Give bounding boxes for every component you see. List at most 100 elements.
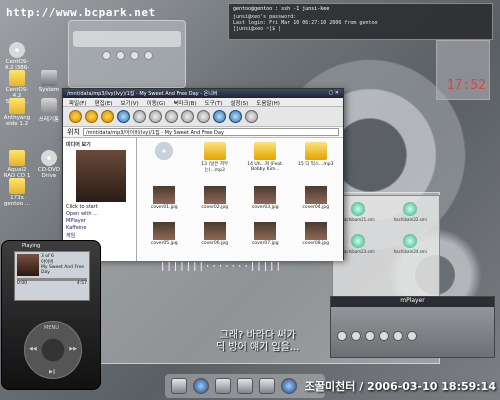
sidebar-link-open-with[interactable]: Open with ... bbox=[66, 211, 133, 217]
prev-track-icon[interactable]: ◀◀ bbox=[29, 346, 37, 352]
sidebar-link-mplayer[interactable]: MPlayer bbox=[66, 218, 133, 224]
zoom-out-icon[interactable] bbox=[229, 110, 242, 123]
file-item[interactable]: 13 (날은 저무는)...mp3 bbox=[192, 142, 239, 184]
cd-drive-icon bbox=[41, 150, 57, 166]
file-item[interactable]: cover02.jpg bbox=[192, 185, 239, 221]
ipod-player-widget[interactable]: Playing 3 of 6 아이비 My Sweet And Free Day… bbox=[1, 240, 101, 390]
location-label: 위치 bbox=[67, 128, 80, 136]
remaining-time: 4:57 bbox=[76, 281, 87, 286]
subtitle-file-icon bbox=[403, 234, 418, 248]
file-item[interactable]: 15 디 믹스...mp3 bbox=[293, 142, 340, 184]
reload-icon[interactable] bbox=[133, 110, 146, 123]
home-icon[interactable] bbox=[117, 110, 130, 123]
cd-icon bbox=[155, 142, 174, 160]
next-button[interactable] bbox=[393, 331, 403, 341]
file-item[interactable]: 14 Uh...쳐 (Feat. Bobby Kim... bbox=[242, 142, 289, 184]
window-title: /mnt/data/mp3/Ivy(Ivy)/1집 - My Sweet And… bbox=[67, 91, 218, 97]
pause-button[interactable] bbox=[351, 331, 361, 341]
file-grid: 13 (날은 저무는)...mp3 14 Uh...쳐 (Feat. Bobby… bbox=[137, 138, 343, 261]
tools-icon[interactable] bbox=[237, 378, 253, 394]
finder-icon[interactable] bbox=[171, 378, 187, 394]
menu-file[interactable]: 파일(F) bbox=[69, 99, 87, 107]
location-input[interactable]: /mnt/data/mp3/아이비(Ivy)/1집 - My Sweet And… bbox=[82, 128, 339, 136]
next-button[interactable] bbox=[143, 51, 153, 60]
mplayer-window[interactable]: mPlayer bbox=[330, 296, 495, 358]
file-item[interactable]: cover03.jpg bbox=[242, 185, 289, 221]
file-item[interactable]: hachibam22.smi bbox=[387, 202, 433, 222]
sidebar-link-games[interactable]: 게임 bbox=[66, 232, 133, 239]
mp3-file-icon bbox=[203, 142, 226, 160]
play-pause-icon[interactable]: ▶‖ bbox=[49, 369, 55, 375]
translucent-file-window[interactable]: hachibam21.smi hachibam22.smi hachibam23… bbox=[332, 195, 440, 305]
window-titlebar[interactable]: /mnt/data/mp3/Ivy(Ivy)/1집 - My Sweet And… bbox=[63, 89, 343, 98]
mplayer-title: mPlayer bbox=[331, 297, 494, 307]
desktop-icon-system[interactable]: System bbox=[34, 70, 64, 93]
menu-tools[interactable]: 도구(T) bbox=[205, 99, 223, 107]
menu-edit[interactable]: 편집(E) bbox=[95, 99, 113, 107]
prev-button[interactable] bbox=[379, 331, 389, 341]
next-track-icon[interactable]: ▶▶ bbox=[69, 346, 77, 352]
cut-icon[interactable] bbox=[165, 110, 178, 123]
menu-view[interactable]: 보기(V) bbox=[120, 99, 138, 107]
view-mode-icon[interactable] bbox=[245, 110, 258, 123]
menu-label[interactable]: MENU bbox=[44, 325, 59, 331]
visualizer-bars: |||||||·······||||| bbox=[160, 262, 282, 272]
folder-icon bbox=[9, 150, 25, 166]
desktop-icon-173x[interactable]: 173x gentoo ... bbox=[2, 178, 32, 207]
stop-icon[interactable] bbox=[149, 110, 162, 123]
desktop-icon-anthyang[interactable]: Anthyang eide 1.2 bbox=[2, 98, 32, 127]
window-controls[interactable]: ▢ ✕ bbox=[328, 90, 339, 97]
menu-bookmarks[interactable]: 북마크(B) bbox=[173, 99, 196, 107]
file-item[interactable]: cover01.jpg bbox=[141, 185, 188, 221]
folder-icon bbox=[9, 178, 25, 194]
play-button[interactable] bbox=[115, 51, 125, 60]
menu-go[interactable]: 이동(G) bbox=[147, 99, 166, 107]
terminal-icon[interactable] bbox=[215, 378, 231, 394]
image-file-icon bbox=[304, 222, 327, 241]
file-item[interactable]: cover04.jpg bbox=[293, 185, 340, 221]
file-item[interactable]: cover05.jpg bbox=[141, 222, 188, 257]
elapsed-time: 0:00 bbox=[17, 281, 28, 286]
terminal-line: [junsi@xeo ~]$ | bbox=[233, 26, 282, 32]
sidebar-link-kaffeine[interactable]: Kaffeine bbox=[66, 225, 133, 231]
menu-settings[interactable]: 설정(S) bbox=[230, 99, 248, 107]
prev-button[interactable] bbox=[101, 51, 111, 60]
widget-display bbox=[73, 31, 181, 47]
image-file-icon bbox=[304, 185, 327, 204]
ipod-title: Playing bbox=[22, 243, 41, 249]
file-manager-window[interactable]: /mnt/data/mp3/Ivy(Ivy)/1집 - My Sweet And… bbox=[62, 88, 344, 261]
fullscreen-button[interactable] bbox=[407, 331, 417, 341]
folder-icon bbox=[9, 70, 25, 86]
copy-icon[interactable] bbox=[181, 110, 194, 123]
desktop-icon-aqual2[interactable]: Aqual2 RAD CD 1 bbox=[2, 150, 32, 179]
image-file-icon bbox=[254, 222, 277, 241]
back-icon[interactable] bbox=[69, 110, 82, 123]
photo-icon[interactable] bbox=[259, 378, 275, 394]
file-item[interactable]: cover08.jpg bbox=[293, 222, 340, 257]
terminal-window[interactable]: gentoo@gentoo : ssh -1 junsi-kee junsi@x… bbox=[228, 3, 493, 40]
forward-icon[interactable] bbox=[85, 110, 98, 123]
subtitle-file-icon bbox=[351, 202, 365, 216]
media-player-widget bbox=[68, 20, 186, 88]
file-item[interactable]: cover06.jpg bbox=[192, 222, 239, 257]
stop-button[interactable] bbox=[129, 51, 139, 60]
media-preview-image[interactable] bbox=[76, 150, 126, 202]
play-button[interactable] bbox=[337, 331, 347, 341]
file-item[interactable]: cover07.jpg bbox=[242, 222, 289, 257]
globe-icon[interactable] bbox=[193, 378, 209, 394]
subtitle-file-icon bbox=[351, 234, 365, 248]
zoom-in-icon[interactable] bbox=[213, 110, 226, 123]
image-file-icon bbox=[153, 222, 176, 241]
file-item[interactable]: hachibam24.smi bbox=[387, 234, 433, 254]
clock-time: 17:52 bbox=[446, 78, 486, 93]
paste-icon[interactable] bbox=[197, 110, 210, 123]
stop-button[interactable] bbox=[365, 331, 375, 341]
click-wheel[interactable]: MENU ◀◀ ▶▶ ▶‖ bbox=[24, 321, 82, 379]
desktop-icon-cd-dvd[interactable]: CD-DVD Drive bbox=[34, 150, 64, 179]
up-icon[interactable] bbox=[101, 110, 114, 123]
file-item[interactable] bbox=[141, 142, 188, 184]
desktop-icon-trash[interactable]: 쓰레기통 bbox=[34, 98, 64, 123]
menu-help[interactable]: 도움말(H) bbox=[256, 99, 280, 107]
browser-icon[interactable] bbox=[281, 378, 297, 394]
image-file-icon bbox=[203, 185, 226, 204]
